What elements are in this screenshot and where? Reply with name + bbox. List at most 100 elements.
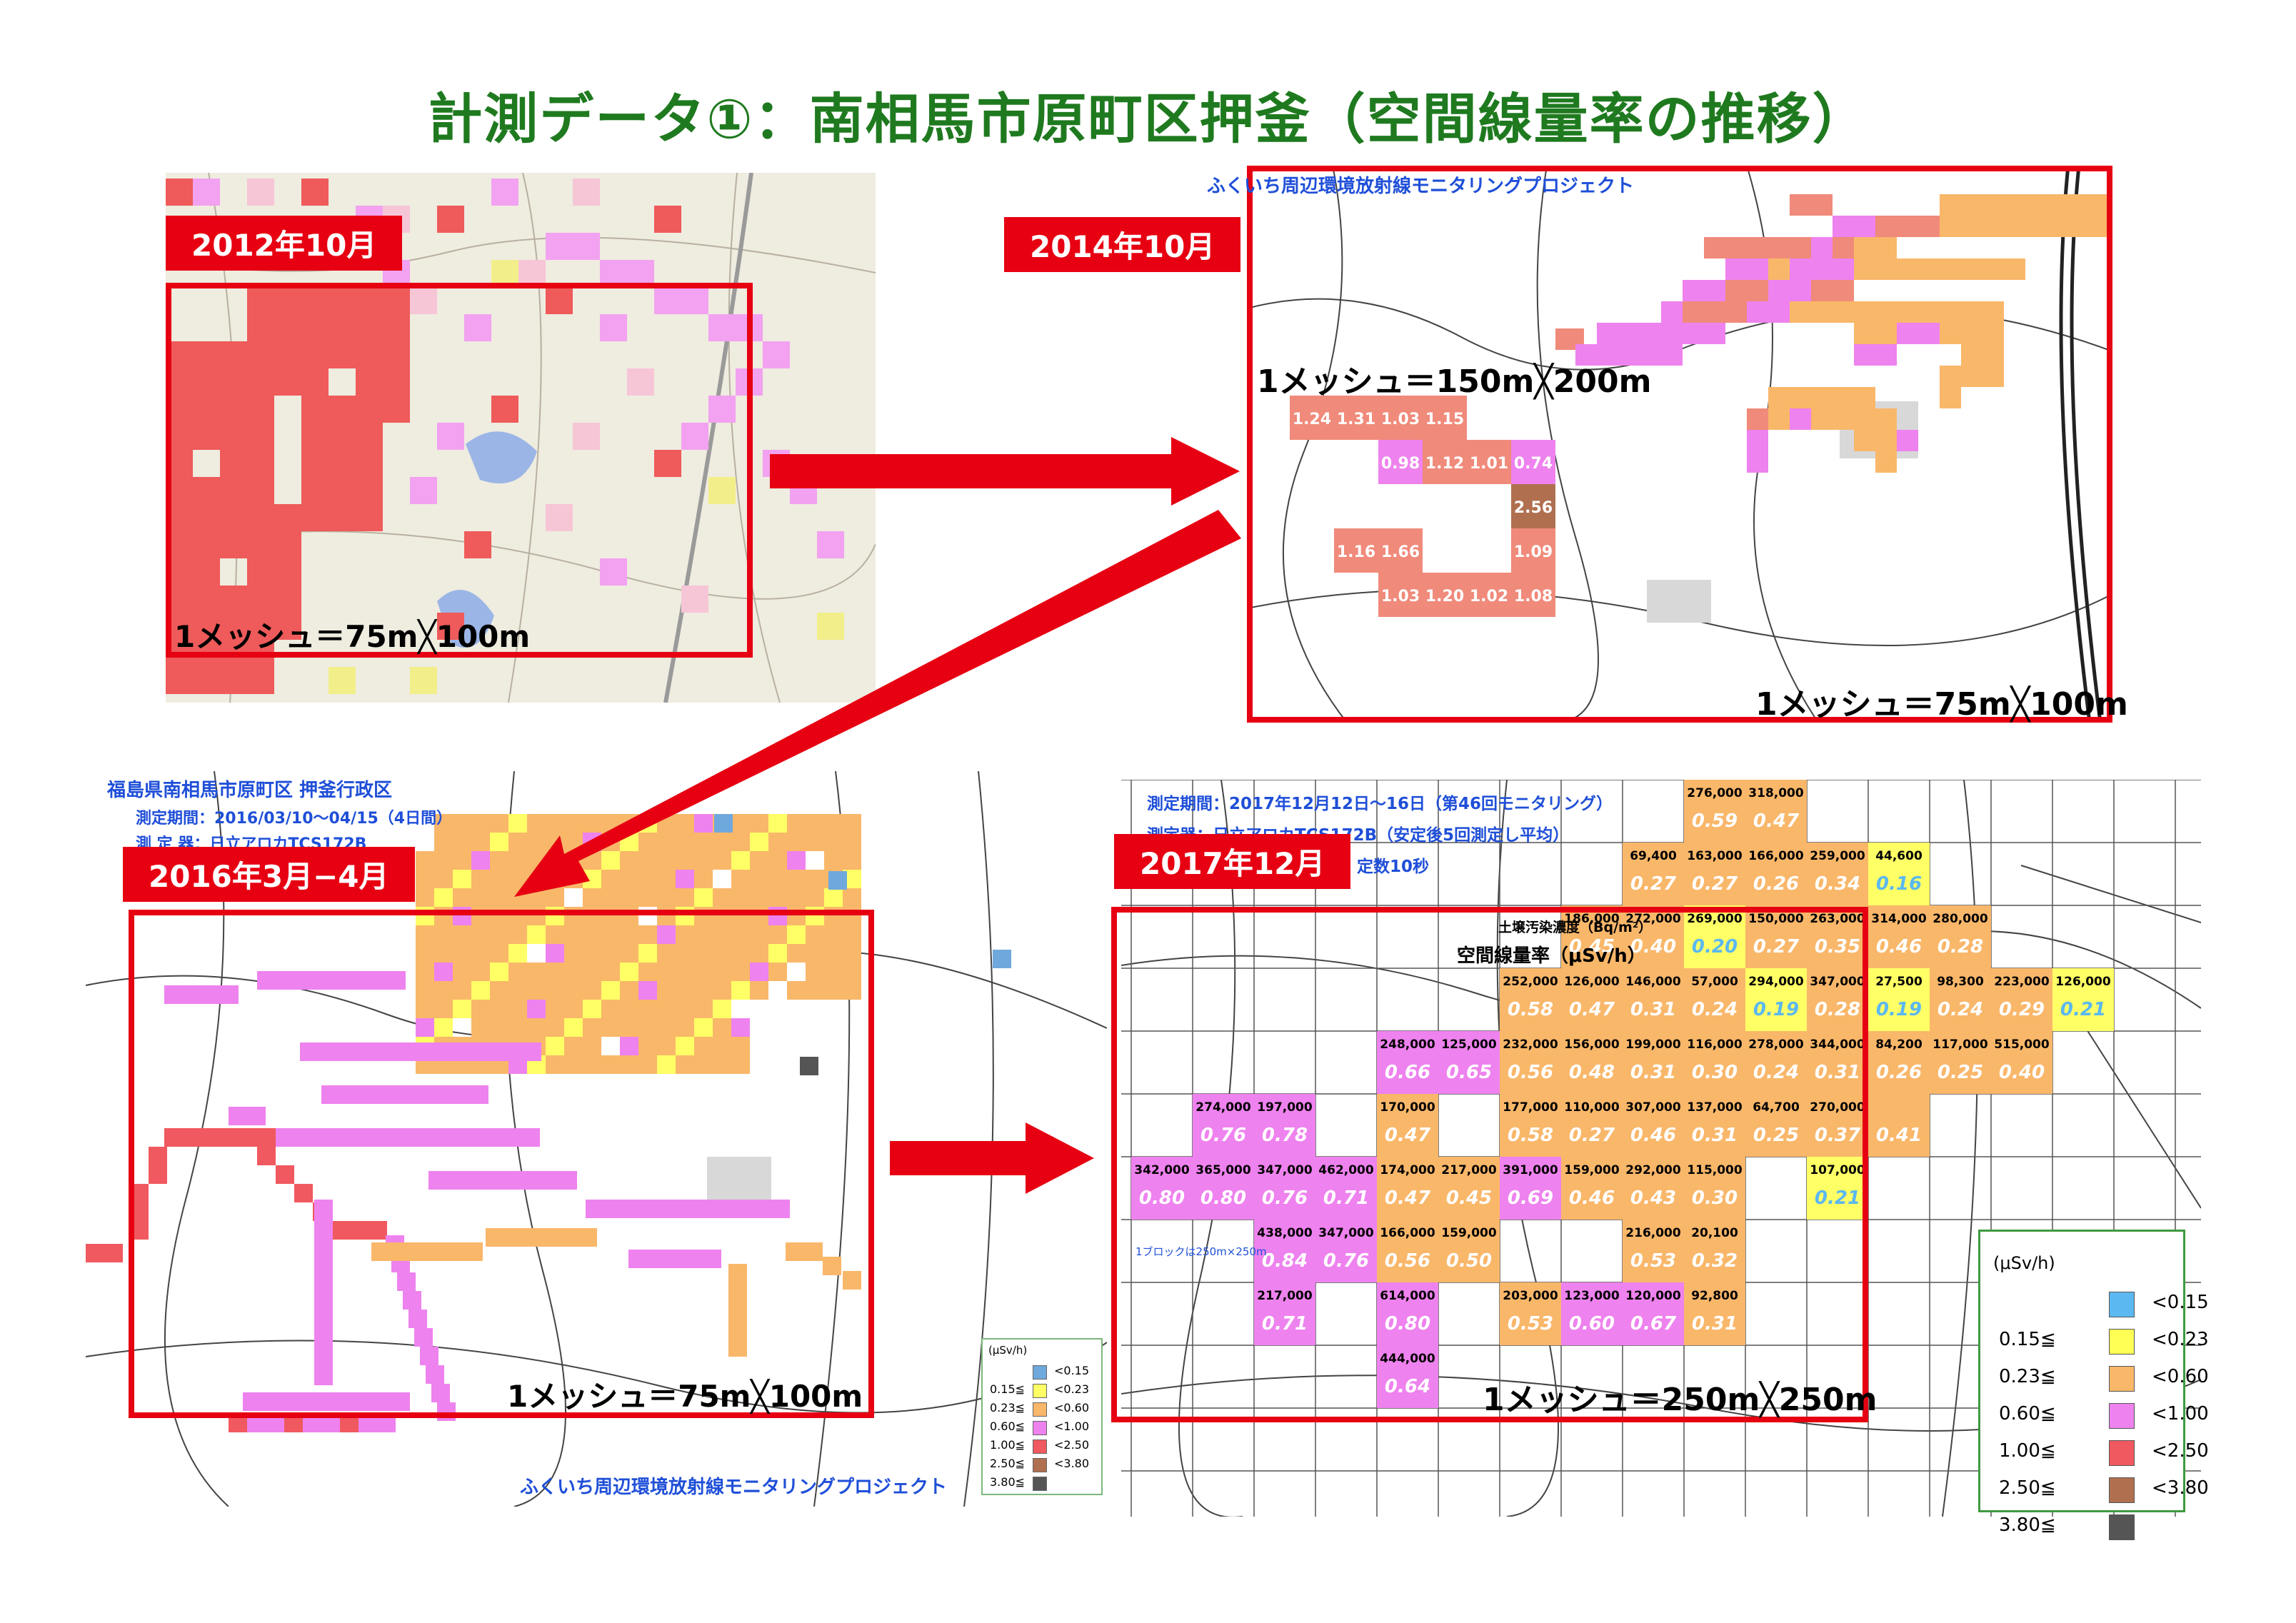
mesh-cell [657,814,676,833]
mesh-cell [638,888,657,907]
mesh-cell [564,814,583,833]
soil-concentration: 84,200 [1875,1037,1922,1052]
mesh-cell [527,870,546,888]
mesh-cell [763,341,790,368]
dose-rate: 0.28 [1937,936,1983,958]
legend-row: 0.60≦ <1.00 [983,1420,1101,1438]
mesh-cell [546,833,564,851]
mesh-cell [824,833,843,851]
mesh-cell [564,870,583,888]
mesh-cell [86,1244,104,1262]
mesh-cell [434,833,453,851]
mesh-cell [166,179,193,206]
mesh-cell [824,814,843,833]
soil-concentration: 280,000 [1932,912,1988,926]
mesh-cell [694,870,713,888]
header-2017-line3: 定数10秒 [1357,858,1430,876]
mesh-cell [657,888,676,907]
mesh-cell [546,851,564,870]
mesh-cell [638,833,657,851]
legend-swatch [2109,1440,2135,1466]
legend-upper-bound: <0.15 [2152,1292,2209,1313]
mesh-cell [731,870,750,888]
legend-row: 0.23≦ <0.60 [983,1401,1101,1420]
dose-rate: 0.47 [1753,810,1800,832]
mesh-cell [750,888,768,907]
mesh-cell [471,833,490,851]
mesh-cell [676,851,694,870]
mesh-cell [731,814,750,833]
mesh-cell [676,888,694,907]
mesh-cell [676,833,694,851]
mesh-cell [546,888,564,907]
mesh-cell [546,814,564,833]
mesh-cell [490,814,508,833]
legend-row: 2.50≦ <3.80 [1980,1477,2209,1506]
legend-row: 0.60≦ <1.00 [1980,1403,2209,1432]
dose-rate: 0.40 [1999,1062,2045,1083]
legend-upper-bound: <1.00 [2152,1403,2209,1424]
dose-rate: 0.21 [2060,999,2106,1020]
legend-2016-unit: (μSv/h) [988,1344,1028,1357]
legend-swatch [1033,1421,1047,1435]
legend-upper-bound: <2.50 [2152,1440,2209,1462]
mesh-cell [434,870,453,888]
mesh-cell [713,851,731,870]
mesh-cell [657,870,676,888]
legend-row: 0.23≦ <0.60 [1980,1366,2209,1395]
dose-rate: 0.34 [1815,873,1860,895]
focus-frame-2017 [1111,907,1868,1422]
dose-rate: 0.46 [1876,936,1922,958]
mesh-cell [104,1244,123,1262]
mesh-cell [806,870,824,888]
mesh-cell [573,179,600,206]
mesh-cell [768,870,787,888]
legend-upper-bound: <0.60 [1054,1401,1090,1415]
soil-concentration: 259,000 [1810,849,1865,863]
mesh-cell [508,833,527,851]
date-label-2017: 2017年12月 [1114,834,1351,889]
dose-rate: 0.29 [1999,999,2045,1020]
mesh-cell [166,667,193,694]
mesh-cell [750,870,768,888]
mesh-cell [508,814,527,833]
legend-swatch [1033,1477,1047,1491]
mesh-cell [416,851,434,870]
legend-swatch [2109,1514,2135,1540]
dose-label-2017: 空間線量率（μSv/h） [1457,945,1646,967]
mesh-cell [453,833,471,851]
mesh-cell [583,851,601,870]
mesh-cell [453,814,471,833]
mesh-cell [787,851,806,870]
legend-lower-bound: 0.60≦ [1999,1403,2056,1424]
mesh-cell [471,888,490,907]
mesh-cell [573,233,600,260]
legend-swatch [2109,1477,2135,1503]
header-2017-line1: 測定期間：2017年12月12日〜16日（第46回モニタリング） [1147,795,1613,813]
mesh-cell [527,814,546,833]
mesh-cell [416,888,434,907]
mesh-cell [601,833,620,851]
dose-rate: 0.16 [1876,873,1922,895]
legend-lower-bound: 2.50≦ [1999,1477,2056,1499]
legend-swatch [2109,1329,2135,1355]
mesh-label-2014-bottom: 1メッシュ＝75m╳100m [1755,686,2128,723]
header-2016-line2: 測定期間：2016/03/10〜04/15（4日間） [136,810,453,828]
soil-concentration: 223,000 [1994,975,2050,989]
legend-swatch [1033,1439,1047,1454]
page-title: 計測データ①：南相馬市原町区押釜（空間線量率の推移） [428,87,1868,151]
mesh-cell [437,206,464,233]
legend-row: 0.15≦ <0.23 [983,1382,1101,1401]
soil-concentration: 318,000 [1748,786,1804,800]
mesh-cell [410,667,437,694]
mesh-cell [750,851,768,870]
mesh-cell [676,814,694,833]
mesh-cell [790,477,817,504]
mesh-cell [787,814,806,833]
mesh-cell [824,851,843,870]
mesh-cell [583,814,601,833]
mesh-cell [527,851,546,870]
mesh-cell [490,833,508,851]
mesh-label-2012: 1メッシュ＝75m╳100m [174,619,531,654]
mesh-cell [676,870,694,888]
